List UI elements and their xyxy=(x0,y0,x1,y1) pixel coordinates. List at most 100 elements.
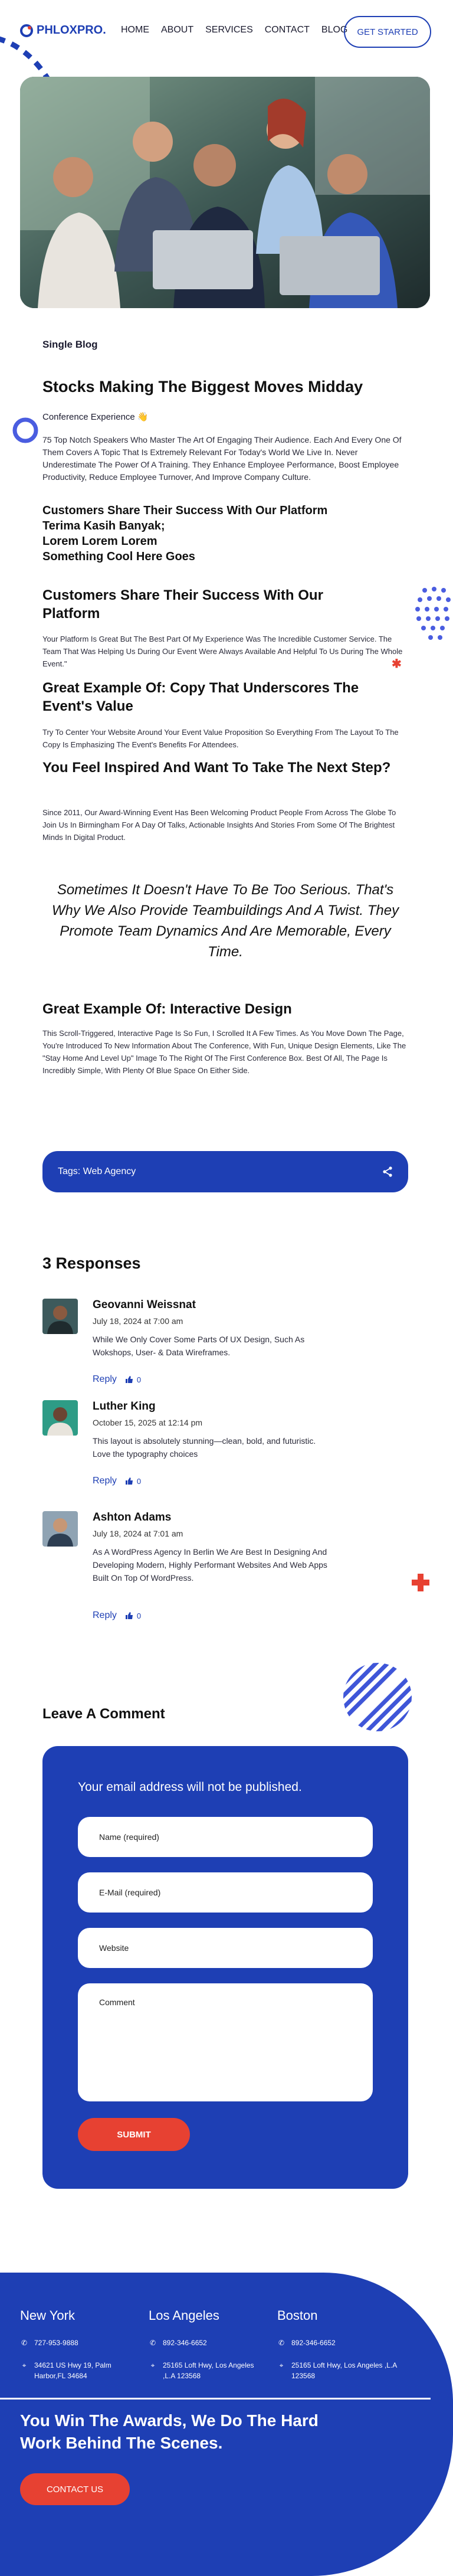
tags-bar: Tags: Web Agency xyxy=(42,1151,408,1192)
post-intro: 75 Top Notch Speakers Who Master The Art… xyxy=(42,435,402,482)
comment-actions: Reply 0 xyxy=(93,1476,141,1486)
comment-textarea[interactable]: Comment xyxy=(78,1983,373,2101)
comment-text: While We Only Cover Some Parts Of UX Des… xyxy=(93,1335,305,1357)
share-icon[interactable] xyxy=(382,1166,393,1177)
nav-services[interactable]: SERVICES xyxy=(205,25,253,35)
site-header: PHLOXPRO. HOME ABOUT SERVICES CONTACT BL… xyxy=(0,0,453,62)
hero-image xyxy=(20,77,430,308)
tags-label[interactable]: Tags: Web Agency xyxy=(58,1166,136,1177)
address-row: ⌖ 34621 US Hwy 19, Palm Harbor,FL 34684 xyxy=(20,2360,126,2381)
form-intro: Your email address will not be published… xyxy=(78,1780,302,1794)
heading-platform: Customers Share Their Success With Our P… xyxy=(42,587,323,622)
city-name: Boston xyxy=(277,2308,318,2323)
avatar-icon xyxy=(42,1511,78,1547)
city-los-angeles: Los Angeles xyxy=(149,2308,219,2323)
comment-form: Your email address will not be published… xyxy=(42,1746,408,2189)
paragraph-copy: Try To Center Your Website Around Your E… xyxy=(42,728,399,749)
phone-row[interactable]: ✆ 727-953-9888 xyxy=(20,2338,78,2348)
city-name: Los Angeles xyxy=(149,2308,219,2323)
like-button[interactable]: 0 xyxy=(125,1375,141,1384)
post-category: Single Blog xyxy=(42,339,98,350)
phone-row[interactable]: ✆ 892-346-6652 xyxy=(149,2338,207,2348)
phone-number: 892-346-6652 xyxy=(291,2339,336,2347)
address: 34621 US Hwy 19, Palm Harbor,FL 34684 xyxy=(34,2361,111,2380)
avatar-icon xyxy=(42,1400,78,1436)
ring-decoration xyxy=(12,417,38,443)
address: 25165 Loft Hwy, Los Angeles ,L.A 123568 xyxy=(291,2361,397,2380)
striped-circle-decoration xyxy=(343,1663,412,1731)
location-pin-icon: ⌖ xyxy=(22,2361,27,2369)
phone-row[interactable]: ✆ 892-346-6652 xyxy=(277,2338,336,2348)
page: PHLOXPRO. HOME ABOUT SERVICES CONTACT BL… xyxy=(0,0,453,2576)
address-row: ⌖ 25165 Loft Hwy, Los Angeles ,L.A 12356… xyxy=(149,2360,255,2381)
conference-experience: Conference Experience 👋 xyxy=(42,412,149,422)
like-button[interactable]: 0 xyxy=(125,1611,141,1620)
paragraph-inspired: Since 2011, Our Award-Winning Event Has … xyxy=(42,808,396,842)
comment-item: Geovanni Weissnat July 18, 2024 at 7:00 … xyxy=(42,1299,408,1393)
subhead-4: Something Cool Here Goes xyxy=(42,550,195,563)
location-pin-icon: ⌖ xyxy=(150,2361,155,2369)
nav-home[interactable]: HOME xyxy=(121,25,149,35)
comment-date: July 18, 2024 at 7:00 am xyxy=(93,1316,183,1326)
phone-icon: ✆ xyxy=(278,2339,285,2347)
plus-decoration-icon xyxy=(412,1574,429,1591)
avatar xyxy=(42,1299,78,1334)
name-field[interactable]: Name (required) xyxy=(78,1817,373,1857)
heading-inspired: You Feel Inspired And Want To Take The N… xyxy=(42,760,391,776)
footer-headline: You Win The Awards, We Do The Hard Work … xyxy=(20,2411,319,2452)
thumbs-up-icon xyxy=(125,1612,133,1619)
phone-number: 727-953-9888 xyxy=(34,2339,78,2347)
email-field[interactable]: E-Mail (required) xyxy=(78,1872,373,1913)
subhead-2: Terima Kasih Banyak; xyxy=(42,519,165,532)
avatar-icon xyxy=(42,1299,78,1334)
comment-text: As A WordPress Agency In Berlin We Are B… xyxy=(93,1547,327,1583)
city-new-york: New York xyxy=(20,2308,75,2323)
avatar xyxy=(42,1400,78,1436)
get-started-button[interactable]: GET STARTED xyxy=(344,16,431,48)
phone-icon: ✆ xyxy=(21,2339,28,2347)
location-pin-icon: ⌖ xyxy=(279,2361,284,2369)
heading-interactive: Great Example Of: Interactive Design xyxy=(42,1001,292,1017)
nav-contact[interactable]: CONTACT xyxy=(265,25,310,35)
thumbs-up-icon xyxy=(125,1376,133,1383)
comment-date: July 18, 2024 at 7:01 am xyxy=(93,1529,183,1538)
contact-us-button[interactable]: CONTACT US xyxy=(20,2473,130,2505)
leave-comment-heading: Leave A Comment xyxy=(42,1706,165,1722)
comment-date: October 15, 2025 at 12:14 pm xyxy=(93,1418,203,1427)
city-boston: Boston xyxy=(277,2308,318,2323)
like-count: 0 xyxy=(136,1611,142,1620)
comment-author: Ashton Adams xyxy=(93,1511,172,1524)
nav-about[interactable]: ABOUT xyxy=(161,25,193,35)
avatar xyxy=(42,1511,78,1547)
phone-icon: ✆ xyxy=(149,2339,156,2347)
city-name: New York xyxy=(20,2308,75,2323)
subhead-1: Customers Share Their Success With Our P… xyxy=(42,504,328,517)
paragraph-platform: Your Platform Is Great But The Best Part… xyxy=(42,635,403,668)
website-field[interactable]: Website xyxy=(78,1928,373,1968)
comment-item: Luther King October 15, 2025 at 12:14 pm… xyxy=(42,1400,408,1495)
phone-number: 892-346-6652 xyxy=(163,2339,207,2347)
comment-actions: Reply 0 xyxy=(93,1610,141,1621)
site-footer: New York ✆ 727-953-9888 ⌖ 34621 US Hwy 1… xyxy=(0,2273,453,2576)
heading-copy: Great Example Of: Copy That Underscores … xyxy=(42,680,359,714)
thumbs-up-icon xyxy=(125,1477,133,1485)
like-count: 0 xyxy=(136,1375,142,1384)
submit-button[interactable]: SUBMIT xyxy=(78,2118,190,2151)
paragraph-interactive: This Scroll-Triggered, Interactive Page … xyxy=(42,1029,406,1075)
like-button[interactable]: 0 xyxy=(125,1477,141,1486)
responses-heading: 3 Responses xyxy=(42,1254,141,1272)
address-row: ⌖ 25165 Loft Hwy, Los Angeles ,L.A 12356… xyxy=(277,2360,401,2381)
main-nav: HOME ABOUT SERVICES CONTACT BLOG xyxy=(121,25,347,35)
footer-divider xyxy=(0,2398,431,2400)
like-count: 0 xyxy=(136,1476,142,1486)
comment-author: Luther King xyxy=(93,1400,156,1413)
comment-author: Geovanni Weissnat xyxy=(93,1299,196,1311)
reply-link[interactable]: Reply xyxy=(93,1610,117,1621)
comment-text: This layout is absolutely stunning—clean… xyxy=(93,1436,316,1459)
comment-item: Ashton Adams July 18, 2024 at 7:01 am As… xyxy=(42,1511,408,1629)
team-photo-icon xyxy=(20,77,430,308)
reply-link[interactable]: Reply xyxy=(93,1374,117,1385)
reply-link[interactable]: Reply xyxy=(93,1476,117,1486)
address: 25165 Loft Hwy, Los Angeles ,L.A 123568 xyxy=(163,2361,254,2380)
subhead-3: Lorem Lorem Lorem xyxy=(42,535,157,548)
